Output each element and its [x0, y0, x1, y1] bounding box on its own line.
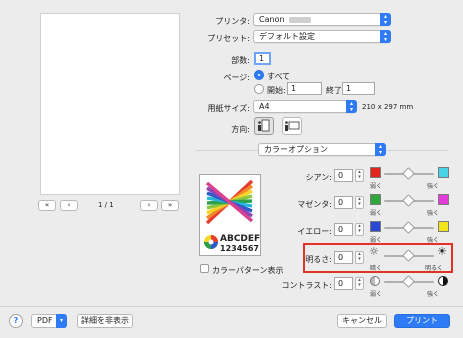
printer-name-redacted — [289, 17, 311, 23]
paper-size-value: A4 — [259, 102, 270, 111]
printer-select[interactable]: Canon ▴ ▾ — [253, 13, 391, 26]
preview-last-button[interactable]: » — [161, 200, 179, 211]
color-pattern-label: カラーパターン表示 — [212, 266, 284, 275]
cyan-field[interactable]: 0 — [334, 169, 353, 182]
chevron-updown-icon: ▴ ▾ — [380, 13, 391, 26]
cyan-label: シアン: — [305, 173, 332, 182]
magenta-field[interactable]: 0 — [334, 196, 353, 209]
preset-select[interactable]: デフォルト設定 ▴ ▾ — [253, 30, 391, 43]
cyan-low-swatch — [370, 167, 381, 178]
cyan-slider-knob[interactable] — [402, 167, 415, 180]
thumbnail-text-line1: ABCDEF — [220, 234, 261, 244]
footer-divider — [0, 306, 463, 307]
magenta-high-swatch — [438, 194, 449, 205]
pdf-label: PDF — [37, 316, 53, 325]
printer-label: プリンタ: — [215, 17, 250, 26]
pages-all-radio[interactable] — [254, 70, 264, 80]
pages-range-radio[interactable] — [254, 84, 264, 94]
cyan-high-label: 強く — [427, 183, 440, 190]
paper-dimensions: 210 x 297 mm — [362, 103, 414, 111]
preset-label: プリセット: — [207, 34, 250, 43]
copies-label: 部数: — [231, 56, 250, 65]
pages-label: ページ: — [223, 73, 250, 82]
portrait-icon — [258, 119, 270, 132]
preview-first-button[interactable]: « — [38, 200, 56, 211]
cyan-high-swatch — [438, 167, 449, 178]
sun-bright-icon: ☀ — [437, 245, 447, 258]
color-preview-thumbnail: ABCDEF 1234567 — [199, 174, 261, 256]
contrast-stepper[interactable]: ▴ ▾ — [355, 277, 364, 290]
print-button[interactable]: プリント — [394, 314, 450, 328]
contrast-high-label: 強く — [427, 291, 440, 298]
yellow-field[interactable]: 0 — [334, 223, 353, 236]
orientation-label: 方向: — [231, 125, 250, 134]
color-wheel-icon — [204, 235, 218, 249]
portrait-orientation-button[interactable] — [254, 117, 274, 135]
paper-size-label: 用紙サイズ: — [207, 104, 250, 113]
magenta-slider-knob[interactable] — [402, 194, 415, 207]
brightness-label: 明るさ: — [305, 255, 332, 264]
contrast-low-label: 弱く — [370, 291, 383, 298]
panel-value: カラーオプション — [264, 145, 328, 154]
yellow-high-swatch — [438, 221, 449, 232]
magenta-label: マゼンタ: — [297, 200, 332, 209]
yellow-slider-knob[interactable] — [402, 221, 415, 234]
color-pattern-checkbox[interactable] — [200, 264, 209, 273]
magenta-low-label: 弱く — [370, 210, 383, 217]
copies-field[interactable]: 1 — [254, 52, 271, 65]
panel-select[interactable]: カラーオプション ▴ ▾ — [258, 143, 386, 156]
contrast-low-icon — [370, 276, 380, 286]
help-button[interactable]: ? — [9, 314, 23, 328]
magenta-stepper[interactable]: ▴ ▾ — [355, 196, 364, 209]
preview-next-button[interactable]: › — [140, 200, 158, 211]
to-field[interactable]: 1 — [342, 82, 375, 95]
landscape-orientation-button[interactable] — [282, 117, 302, 135]
yellow-label: イエロー: — [297, 227, 332, 236]
page-indicator: 1 / 1 — [98, 201, 114, 209]
printer-value: Canon — [259, 15, 285, 24]
sun-dim-icon: ☼ — [369, 245, 379, 258]
thumbnail-text-line2: 1234567 — [220, 244, 259, 253]
cyan-stepper[interactable]: ▴ ▾ — [355, 169, 364, 182]
paper-size-select[interactable]: A4 ▴ ▾ — [253, 100, 357, 113]
magenta-high-label: 強く — [427, 210, 440, 217]
chevron-down-icon: ▾ — [56, 314, 67, 328]
from-field[interactable]: 1 — [287, 82, 322, 95]
pages-all-label: すべて — [267, 72, 291, 81]
page-preview — [40, 13, 180, 195]
pdf-menu-button[interactable]: PDF ▾ — [31, 314, 67, 328]
yellow-stepper[interactable]: ▴ ▾ — [355, 223, 364, 236]
contrast-field[interactable]: 0 — [334, 277, 353, 290]
contrast-label: コントラスト: — [281, 281, 332, 290]
magenta-low-swatch — [370, 194, 381, 205]
from-label: 開始: — [267, 86, 286, 95]
brightness-stepper[interactable]: ▴ ▾ — [355, 251, 364, 264]
chevron-updown-icon: ▴ ▾ — [380, 30, 391, 43]
preview-prev-button[interactable]: ‹ — [60, 200, 78, 211]
pencils-image — [205, 179, 254, 225]
contrast-high-icon — [438, 276, 448, 286]
yellow-low-swatch — [370, 221, 381, 232]
chevron-updown-icon: ▴ ▾ — [375, 143, 386, 156]
brightness-low-label: 暗く — [370, 265, 383, 272]
contrast-slider-knob[interactable] — [402, 275, 415, 288]
cancel-button[interactable]: キャンセル — [337, 314, 387, 328]
landscape-icon — [285, 121, 300, 131]
brightness-field[interactable]: 0 — [334, 251, 353, 264]
chevron-updown-icon: ▴ ▾ — [346, 100, 357, 113]
cyan-low-label: 弱く — [370, 183, 383, 190]
preset-value: デフォルト設定 — [259, 32, 315, 41]
hide-details-button[interactable]: 詳細を非表示 — [77, 314, 133, 328]
brightness-high-label: 明るく — [425, 265, 444, 272]
